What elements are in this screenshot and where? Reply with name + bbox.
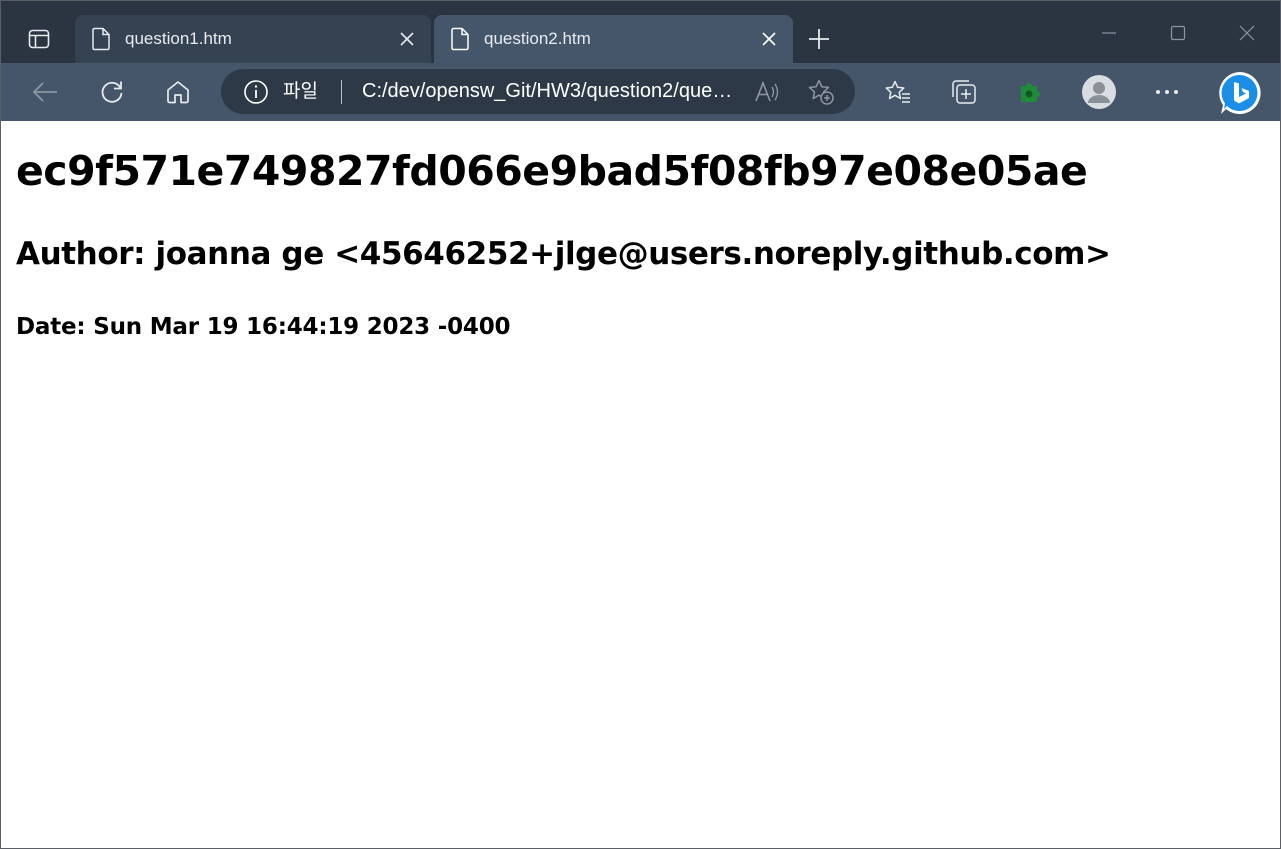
commit-date-heading: Date: Sun Mar 19 16:44:19 2023 -0400 [16, 314, 511, 340]
add-favorite-button[interactable] [806, 78, 836, 106]
tab-close-button[interactable] [395, 27, 419, 51]
favorites-button[interactable] [876, 70, 920, 114]
commit-author-heading: Author: joanna ge <45646252+jlge@users.n… [16, 236, 1111, 272]
info-icon [243, 79, 269, 105]
back-arrow-icon [32, 81, 58, 103]
commit-hash-heading: ec9f571e749827fd066e9bad5f08fb97e08e05ae [16, 147, 1088, 195]
plus-icon [808, 28, 830, 50]
page-content: ec9f571e749827fd066e9bad5f08fb97e08e05ae… [1, 121, 1280, 848]
tab-strip: question1.htm question2.htm [1, 1, 1280, 63]
maximize-icon [1170, 25, 1186, 41]
tab-label: question1.htm [125, 29, 232, 48]
avatar [1082, 75, 1116, 109]
bing-chat-button[interactable] [1215, 68, 1265, 118]
address-bar[interactable]: 파일 C:/dev/opensw_Git/HW3/question2/quest… [221, 69, 855, 114]
minimize-icon [1101, 25, 1117, 41]
address-url[interactable]: C:/dev/opensw_Git/HW3/question2/question… [362, 79, 742, 103]
back-button[interactable] [23, 70, 67, 114]
favorites-icon [884, 79, 912, 105]
bing-icon [1216, 69, 1264, 117]
collections-icon [950, 78, 978, 106]
read-aloud-icon [754, 80, 782, 104]
address-separator [341, 80, 342, 104]
window-close-button[interactable] [1224, 13, 1270, 53]
tab-actions-button[interactable] [17, 17, 61, 61]
navigation-toolbar: 파일 C:/dev/opensw_Git/HW3/question2/quest… [1, 63, 1280, 121]
star-add-icon [807, 78, 835, 106]
tab-close-button[interactable] [757, 27, 781, 51]
read-aloud-button[interactable] [753, 78, 783, 106]
refresh-button[interactable] [90, 70, 134, 114]
close-icon [399, 31, 415, 47]
browser-window: question1.htm question2.htm 파일 C:/dev/op… [0, 0, 1281, 849]
settings-more-button[interactable] [1145, 70, 1189, 114]
extension-icon [1016, 78, 1044, 106]
tab-question2[interactable]: question2.htm [434, 15, 793, 63]
close-icon [1239, 25, 1255, 41]
file-icon [450, 27, 470, 51]
address-scheme-label: 파일 [283, 80, 318, 102]
new-tab-button[interactable] [801, 19, 837, 59]
file-icon [91, 27, 111, 51]
site-info-button[interactable] [243, 79, 269, 105]
refresh-icon [99, 79, 125, 105]
profile-button[interactable] [1077, 70, 1121, 114]
more-horizontal-icon [1155, 89, 1179, 95]
tab-question1[interactable]: question1.htm [75, 15, 431, 63]
maximize-button[interactable] [1155, 13, 1201, 53]
close-icon [761, 31, 777, 47]
tab-actions-icon [28, 28, 50, 50]
extension-button[interactable] [1008, 70, 1052, 114]
collections-button[interactable] [942, 70, 986, 114]
minimize-button[interactable] [1086, 13, 1132, 53]
tab-label: question2.htm [484, 29, 591, 48]
home-button[interactable] [156, 70, 200, 114]
home-icon [165, 79, 191, 105]
